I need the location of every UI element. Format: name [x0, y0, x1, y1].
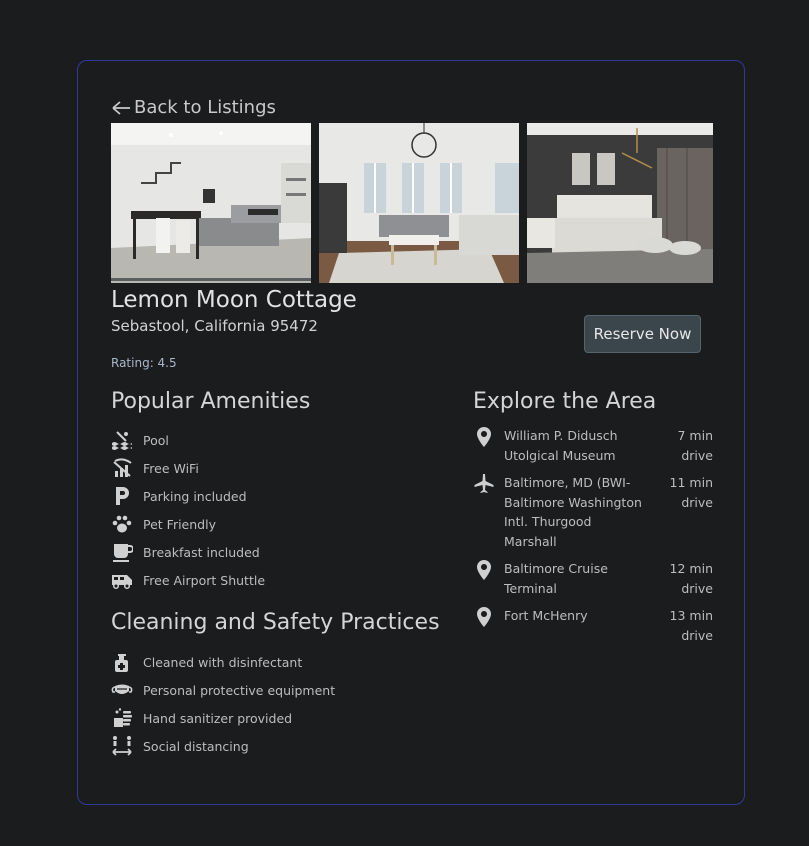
cleaning-heading: Cleaning and Safety Practices: [111, 610, 440, 635]
parking-icon: [111, 485, 133, 507]
list-item: Parking included: [111, 482, 265, 510]
explore-area-list: William P. Didusch Utolgical Museum 7 mi…: [473, 426, 713, 653]
shuttle-icon: [111, 569, 133, 591]
arrow-left-icon: [112, 100, 130, 115]
list-item: Pet Friendly: [111, 510, 265, 538]
paw-icon: [111, 513, 133, 535]
wifi-icon: [111, 457, 133, 479]
cleaning-list: Cleaned with disinfectant Personal prote…: [111, 648, 335, 760]
lounge-photo[interactable]: [319, 123, 519, 283]
list-item: Fort McHenry 13 min drive: [473, 606, 713, 645]
pool-icon: [111, 429, 133, 451]
coffee-icon: [111, 541, 133, 563]
list-item: Free WiFi: [111, 454, 265, 482]
hand-wash-icon: [111, 707, 133, 729]
list-item: Pool: [111, 426, 265, 454]
airplane-icon: [473, 473, 495, 495]
listing-address: Sebastool, California 95472: [111, 317, 318, 335]
mask-icon: [111, 679, 133, 701]
spray-bottle-icon: [111, 651, 133, 673]
gallery-scrollbar[interactable]: [111, 278, 311, 281]
list-item: Baltimore Cruise Terminal 12 min drive: [473, 559, 713, 598]
list-item: Breakfast included: [111, 538, 265, 566]
list-item: Cleaned with disinfectant: [111, 648, 335, 676]
map-pin-icon: [473, 606, 495, 628]
list-item: William P. Didusch Utolgical Museum 7 mi…: [473, 426, 713, 465]
back-link-label: Back to Listings: [134, 97, 276, 118]
amenities-heading: Popular Amenities: [111, 389, 311, 414]
distancing-icon: [111, 735, 133, 757]
bedroom-photo[interactable]: [527, 123, 713, 283]
list-item: Hand sanitizer provided: [111, 704, 335, 732]
list-item: Free Airport Shuttle: [111, 566, 265, 594]
map-pin-icon: [473, 559, 495, 581]
listing-rating: Rating: 4.5: [111, 356, 177, 370]
amenities-list: Pool Free WiFi Parking included Pet Frie…: [111, 426, 265, 594]
living-room-photo[interactable]: [111, 123, 311, 283]
list-item: Personal protective equipment: [111, 676, 335, 704]
photo-gallery[interactable]: [111, 123, 713, 283]
listing-card: Back to Listings Lemon Moon Cottage Seba…: [77, 60, 745, 805]
list-item: Social distancing: [111, 732, 335, 760]
back-to-listings-link[interactable]: Back to Listings: [111, 97, 276, 118]
listing-title: Lemon Moon Cottage: [111, 287, 357, 313]
list-item: Baltimore, MD (BWI-Baltimore Washington …: [473, 473, 713, 551]
explore-heading: Explore the Area: [473, 389, 657, 414]
reserve-now-button[interactable]: Reserve Now: [584, 315, 701, 353]
map-pin-icon: [473, 426, 495, 448]
